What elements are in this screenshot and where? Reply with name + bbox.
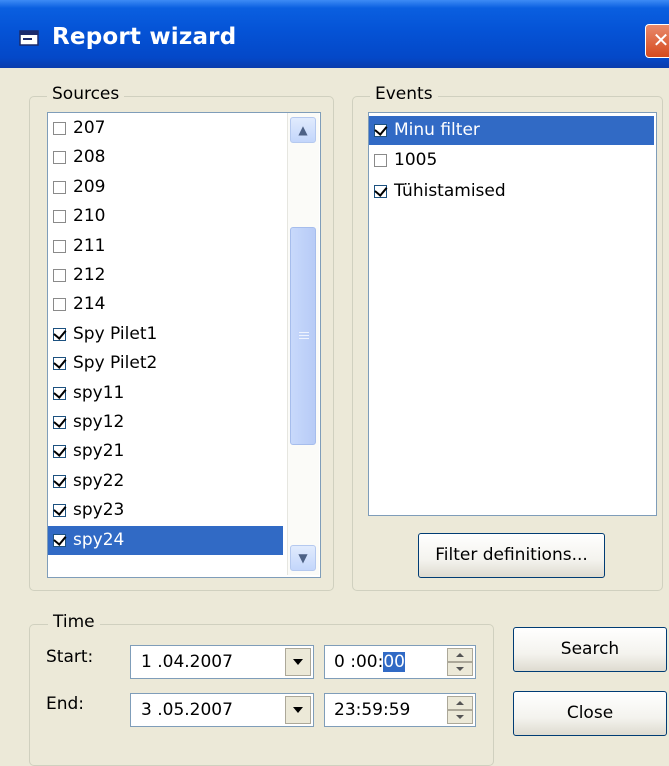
title-bar[interactable]: Report wizard ✕ xyxy=(0,0,669,68)
list-item[interactable]: spy23 xyxy=(48,496,283,525)
list-item[interactable]: spy24 xyxy=(48,525,283,555)
list-item-label: Minu filter xyxy=(394,120,480,140)
sources-group-label: Sources xyxy=(47,84,125,104)
list-item[interactable]: 209 xyxy=(48,173,283,202)
list-item-label: Spy Pilet1 xyxy=(73,323,158,344)
search-button[interactable]: Search xyxy=(513,627,667,672)
app-icon xyxy=(19,30,39,46)
checked-checkbox[interactable] xyxy=(53,504,66,518)
unchecked-checkbox[interactable] xyxy=(374,154,387,168)
end-time-value: 23:59:59 xyxy=(334,700,411,720)
checked-checkbox[interactable] xyxy=(53,533,66,547)
spin-up-icon[interactable] xyxy=(447,648,473,662)
list-item[interactable]: spy11 xyxy=(48,379,283,408)
end-date-dropdown-icon[interactable] xyxy=(285,696,311,724)
list-item-label: spy24 xyxy=(73,529,125,550)
list-item[interactable]: Spy Pilet2 xyxy=(48,349,283,378)
start-time-seconds-selected[interactable]: 00 xyxy=(383,652,405,672)
list-item-label: 1005 xyxy=(394,150,438,171)
list-item[interactable]: 211 xyxy=(48,232,283,261)
list-item[interactable]: spy21 xyxy=(48,437,283,466)
events-group-label: Events xyxy=(370,84,438,104)
end-date-combo[interactable]: 3 .05.2007 xyxy=(130,693,314,727)
list-item-label: spy23 xyxy=(73,500,125,521)
start-time-field[interactable]: 0 :00:00 xyxy=(324,645,476,679)
checked-checkbox[interactable] xyxy=(53,445,66,459)
list-item[interactable]: 207 xyxy=(48,114,283,143)
sources-list[interactable]: 207 208 209 210 211 212 214 Spy Pilet1 Spy Pilet… xyxy=(47,112,321,578)
end-label: End: xyxy=(46,694,85,714)
start-time-spinner[interactable] xyxy=(447,648,473,676)
list-item-label: spy11 xyxy=(73,382,125,403)
checked-checkbox[interactable] xyxy=(53,474,66,488)
start-date-combo[interactable]: 1 .04.2007 xyxy=(130,645,314,679)
list-item-label: spy22 xyxy=(73,470,125,491)
close-button[interactable]: Close xyxy=(513,691,667,736)
scroll-thumb[interactable] xyxy=(290,227,316,445)
unchecked-checkbox[interactable] xyxy=(53,239,66,253)
spin-down-icon[interactable] xyxy=(447,662,473,676)
list-item[interactable]: Tühistamised xyxy=(369,177,654,206)
list-item[interactable]: 208 xyxy=(48,143,283,172)
list-item-label: 208 xyxy=(73,147,106,168)
unchecked-checkbox[interactable] xyxy=(53,210,66,224)
filter-definitions-button[interactable]: Filter definitions... xyxy=(418,533,605,578)
list-item-label: Spy Pilet2 xyxy=(73,353,158,374)
end-time-spinner[interactable] xyxy=(447,696,473,724)
start-time-value: 0 :00: xyxy=(334,652,384,672)
window-title: Report wizard xyxy=(52,24,237,50)
unchecked-checkbox[interactable] xyxy=(53,269,66,282)
checked-checkbox[interactable] xyxy=(53,357,66,371)
list-item[interactable]: 214 xyxy=(48,290,283,319)
list-item[interactable]: spy22 xyxy=(48,467,283,496)
list-item-label: spy21 xyxy=(73,441,125,462)
checked-checkbox[interactable] xyxy=(374,124,387,137)
end-time-field[interactable]: 23:59:59 xyxy=(324,693,476,727)
unchecked-checkbox[interactable] xyxy=(53,151,66,165)
list-item-label: 211 xyxy=(73,235,106,256)
list-item-label: Tühistamised xyxy=(394,180,506,201)
list-item[interactable]: Minu filter xyxy=(369,116,654,145)
events-list[interactable]: Minu filter 1005 Tühistamised xyxy=(368,112,657,516)
close-window-icon[interactable]: ✕ xyxy=(645,24,669,58)
list-item-label: 207 xyxy=(73,118,106,138)
list-item-label: 212 xyxy=(73,265,106,285)
unchecked-checkbox[interactable] xyxy=(53,122,66,135)
spin-down-icon[interactable] xyxy=(447,710,473,724)
scroll-down-icon[interactable]: ▼ xyxy=(290,545,316,571)
start-date-dropdown-icon[interactable] xyxy=(285,648,311,676)
checked-checkbox[interactable] xyxy=(374,184,387,198)
start-label: Start: xyxy=(46,647,94,667)
checked-checkbox[interactable] xyxy=(53,416,66,429)
list-item[interactable]: spy12 xyxy=(48,408,283,437)
checked-checkbox[interactable] xyxy=(53,327,66,341)
sources-scrollbar[interactable]: ▲ ▼ xyxy=(287,113,319,575)
unchecked-checkbox[interactable] xyxy=(53,298,66,312)
checked-checkbox[interactable] xyxy=(53,386,66,400)
list-item[interactable]: 212 xyxy=(48,261,283,290)
spin-up-icon[interactable] xyxy=(447,696,473,710)
unchecked-checkbox[interactable] xyxy=(53,180,66,194)
list-item-label: 214 xyxy=(73,294,106,315)
list-item[interactable]: 1005 xyxy=(369,146,654,175)
list-item[interactable]: Spy Pilet1 xyxy=(48,320,283,349)
scroll-up-icon[interactable]: ▲ xyxy=(290,117,316,143)
list-item-label: 210 xyxy=(73,206,106,227)
list-item-label: 209 xyxy=(73,176,106,197)
list-item[interactable]: 210 xyxy=(48,202,283,231)
end-date-value: 3 .05.2007 xyxy=(141,700,233,720)
start-date-value: 1 .04.2007 xyxy=(141,652,233,672)
list-item-label: spy12 xyxy=(73,412,125,432)
time-group-label: Time xyxy=(48,612,100,632)
